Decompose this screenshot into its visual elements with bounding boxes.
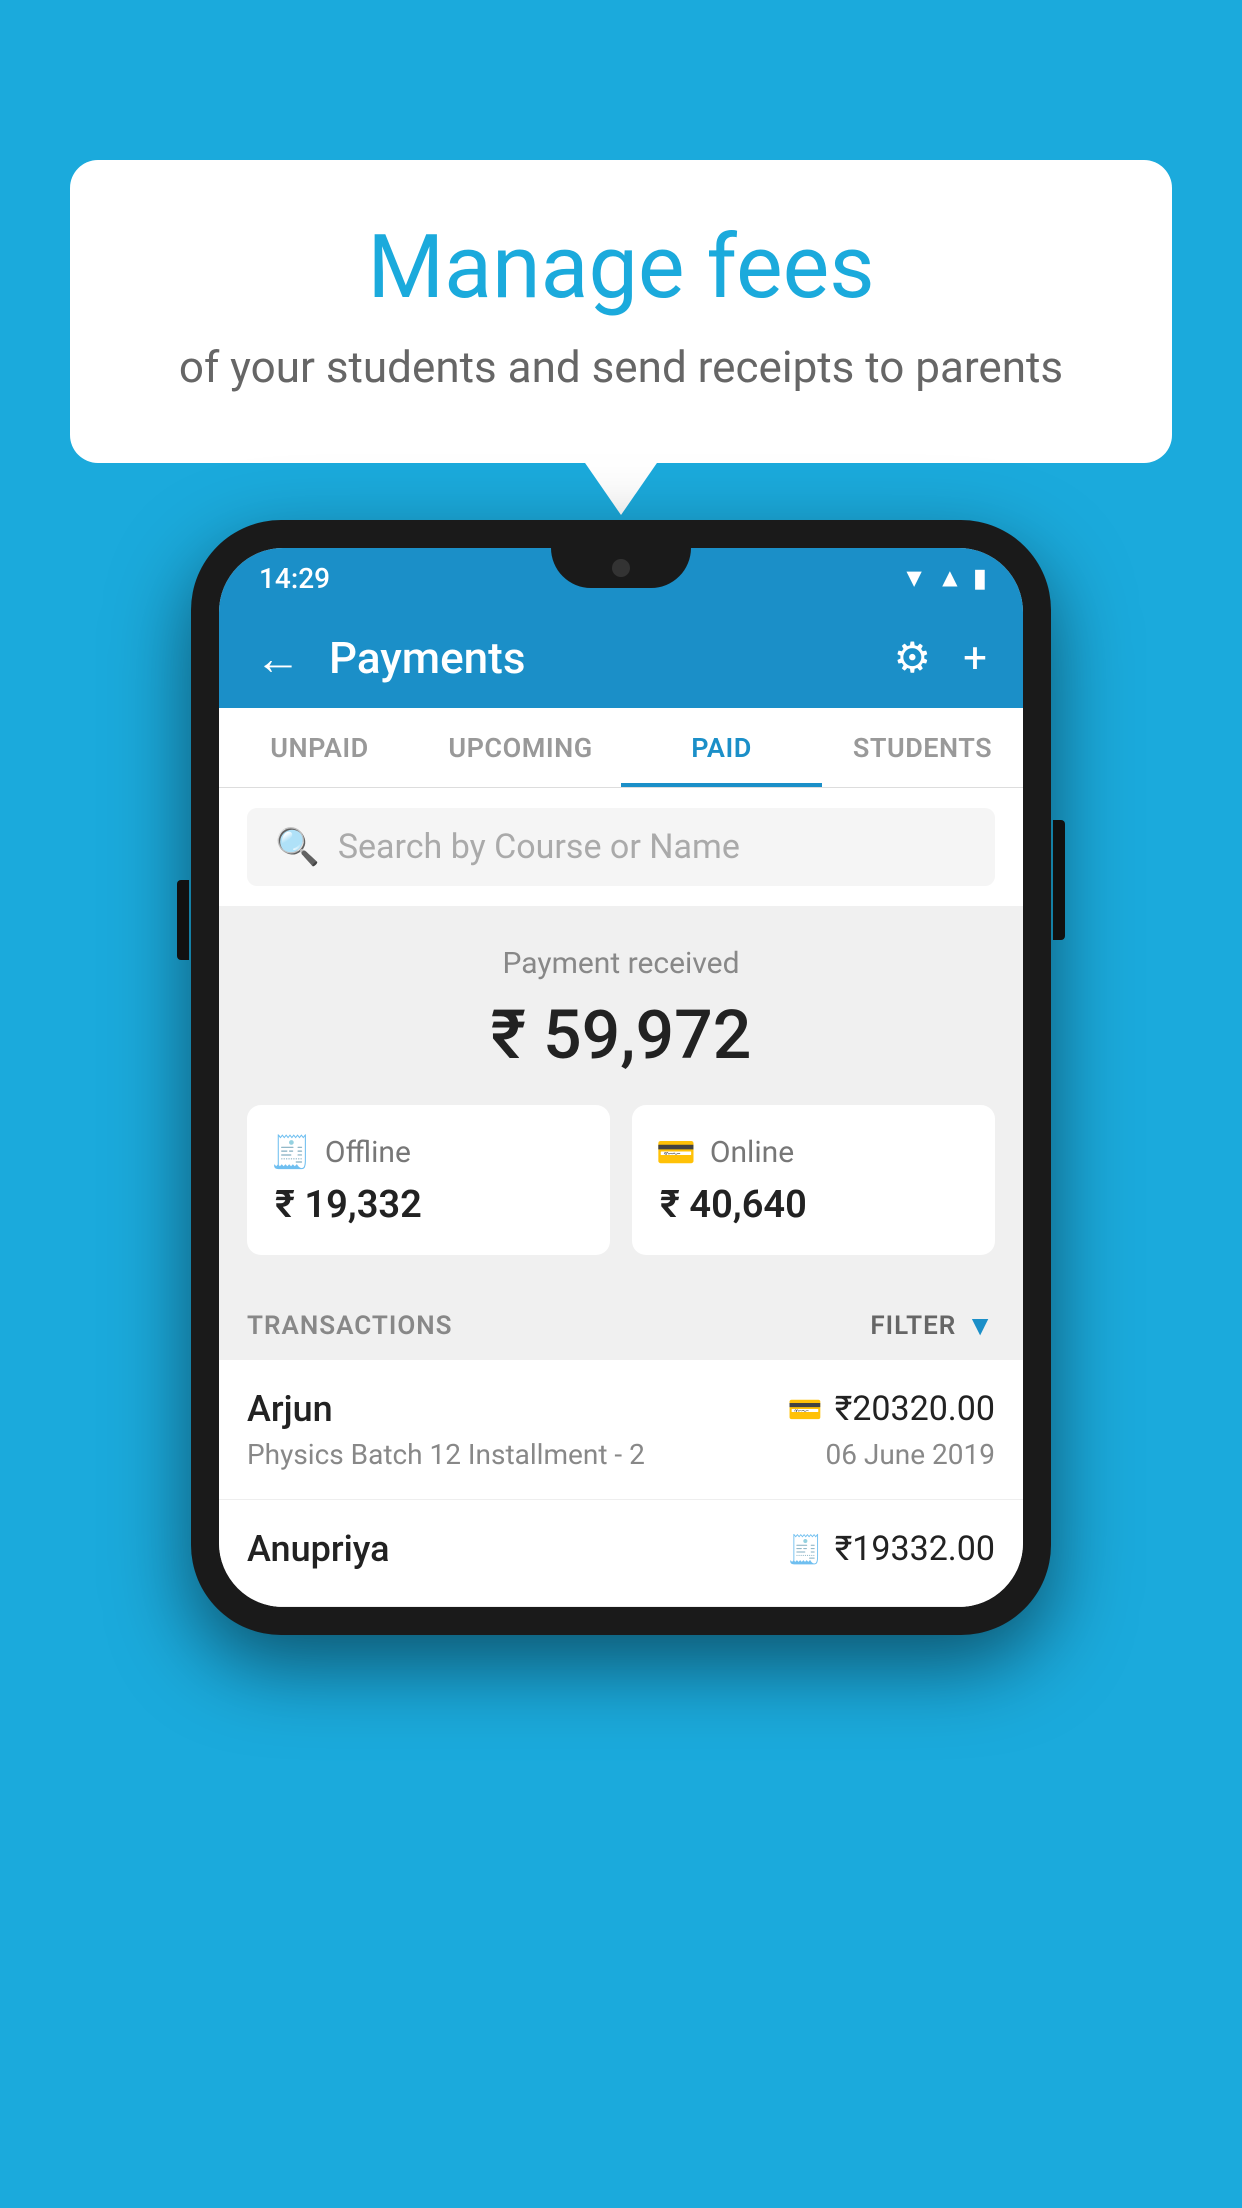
table-row[interactable]: Arjun 💳 ₹20320.00 Physics Batch 12 Insta… [219,1360,1023,1500]
transaction-name: Arjun [247,1388,333,1430]
transaction-amount-wrap: 💳 ₹20320.00 [788,1389,995,1429]
offline-amount: ₹ 19,332 [271,1183,586,1227]
transaction-course: Physics Batch 12 Installment - 2 [247,1438,645,1471]
online-card: 💳 Online ₹ 40,640 [632,1105,995,1255]
offline-card-header: 🧾 Offline [271,1133,586,1171]
status-bar: 14:29 ▼ ▲ ▮ [219,548,1023,608]
payment-summary: Payment received ₹ 59,972 🧾 Offline ₹ 19… [219,906,1023,1291]
transaction-bottom: Physics Batch 12 Installment - 2 06 June… [247,1438,995,1471]
offline-icon: 🧾 [271,1133,311,1171]
app-title: Payments [329,632,894,684]
payment-cards: 🧾 Offline ₹ 19,332 💳 Online ₹ 40,640 [247,1105,995,1255]
offline-card: 🧾 Offline ₹ 19,332 [247,1105,610,1255]
transaction-top: Arjun 💳 ₹20320.00 [247,1388,995,1430]
camera-dot [612,559,630,577]
search-wrap: 🔍 Search by Course or Name [219,788,1023,906]
search-box[interactable]: 🔍 Search by Course or Name [247,808,995,886]
phone-outer: 14:29 ▼ ▲ ▮ ← Payments ⚙ + [191,520,1051,1635]
online-card-header: 💳 Online [656,1133,971,1171]
transaction-date: 06 June 2019 [825,1438,995,1471]
table-row[interactable]: Anupriya 🧾 ₹19332.00 [219,1500,1023,1607]
tab-paid[interactable]: PAID [621,708,822,787]
bubble-title: Manage fees [150,220,1092,317]
filter-button[interactable]: FILTER ▼ [870,1309,995,1342]
transactions-header: TRANSACTIONS FILTER ▼ [219,1291,1023,1360]
payment-received-label: Payment received [247,946,995,981]
filter-icon: ▼ [966,1309,995,1342]
settings-button[interactable]: ⚙ [894,633,932,683]
online-label: Online [710,1135,794,1170]
app-bar-actions: ⚙ + [894,633,988,683]
search-icon: 🔍 [275,826,320,868]
phone-mockup: 14:29 ▼ ▲ ▮ ← Payments ⚙ + [191,520,1051,1635]
search-placeholder: Search by Course or Name [338,827,740,867]
payment-total-amount: ₹ 59,972 [247,995,995,1075]
transaction-top: Anupriya 🧾 ₹19332.00 [247,1528,995,1570]
online-icon: 💳 [656,1133,696,1171]
signal-icon: ▲ [937,563,963,594]
wifi-icon: ▼ [901,563,927,594]
notch [551,548,691,588]
bubble-subtitle: of your students and send receipts to pa… [150,341,1092,393]
tab-upcoming[interactable]: UPCOMING [420,708,621,787]
transaction-amount: ₹19332.00 [835,1529,995,1569]
online-amount: ₹ 40,640 [656,1183,971,1227]
transactions-label: TRANSACTIONS [247,1311,453,1341]
payment-type-icon: 🧾 [788,1533,823,1566]
back-button[interactable]: ← [255,631,301,686]
transaction-amount-wrap: 🧾 ₹19332.00 [788,1529,995,1569]
add-button[interactable]: + [963,634,987,683]
app-bar: ← Payments ⚙ + [219,608,1023,708]
speech-bubble: Manage fees of your students and send re… [70,160,1172,463]
status-icons: ▼ ▲ ▮ [901,563,987,594]
tab-unpaid[interactable]: UNPAID [219,708,420,787]
speech-bubble-section: Manage fees of your students and send re… [70,160,1172,463]
transaction-amount: ₹20320.00 [835,1389,995,1429]
transaction-name: Anupriya [247,1528,390,1570]
payment-type-icon: 💳 [788,1393,823,1426]
phone-screen: 14:29 ▼ ▲ ▮ ← Payments ⚙ + [219,548,1023,1607]
status-time: 14:29 [259,562,330,595]
tabs-row: UNPAID UPCOMING PAID STUDENTS [219,708,1023,788]
filter-label: FILTER [870,1311,956,1341]
battery-icon: ▮ [973,563,987,593]
offline-label: Offline [325,1135,411,1170]
tab-students[interactable]: STUDENTS [822,708,1023,787]
